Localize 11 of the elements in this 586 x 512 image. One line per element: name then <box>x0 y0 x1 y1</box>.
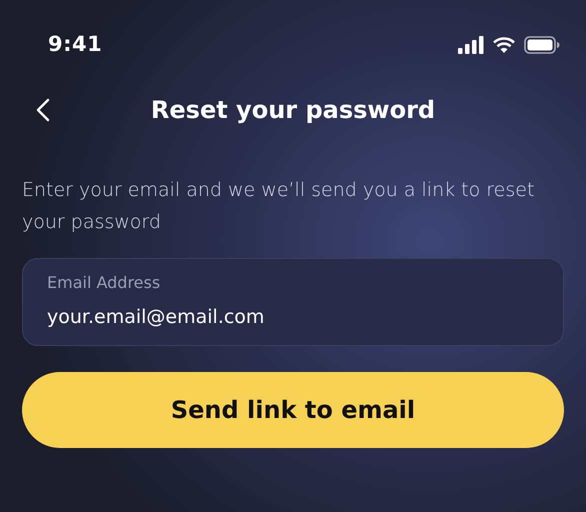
send-link-button[interactable]: Send link to email <box>22 372 564 448</box>
wifi-icon <box>492 36 516 54</box>
email-input[interactable]: your.email@email.com <box>47 303 539 332</box>
email-field[interactable]: Email Address your.email@email.com <box>22 258 564 346</box>
page-title: Reset your password <box>150 95 436 126</box>
signal-icon <box>458 36 484 54</box>
battery-icon <box>524 36 560 54</box>
status-time: 9:41 <box>48 31 102 58</box>
field-label: Email Address <box>47 272 162 294</box>
instruction-text: Enter your email and we we’ll send you a link to reset your password <box>21 178 536 235</box>
back-icon <box>36 98 50 122</box>
